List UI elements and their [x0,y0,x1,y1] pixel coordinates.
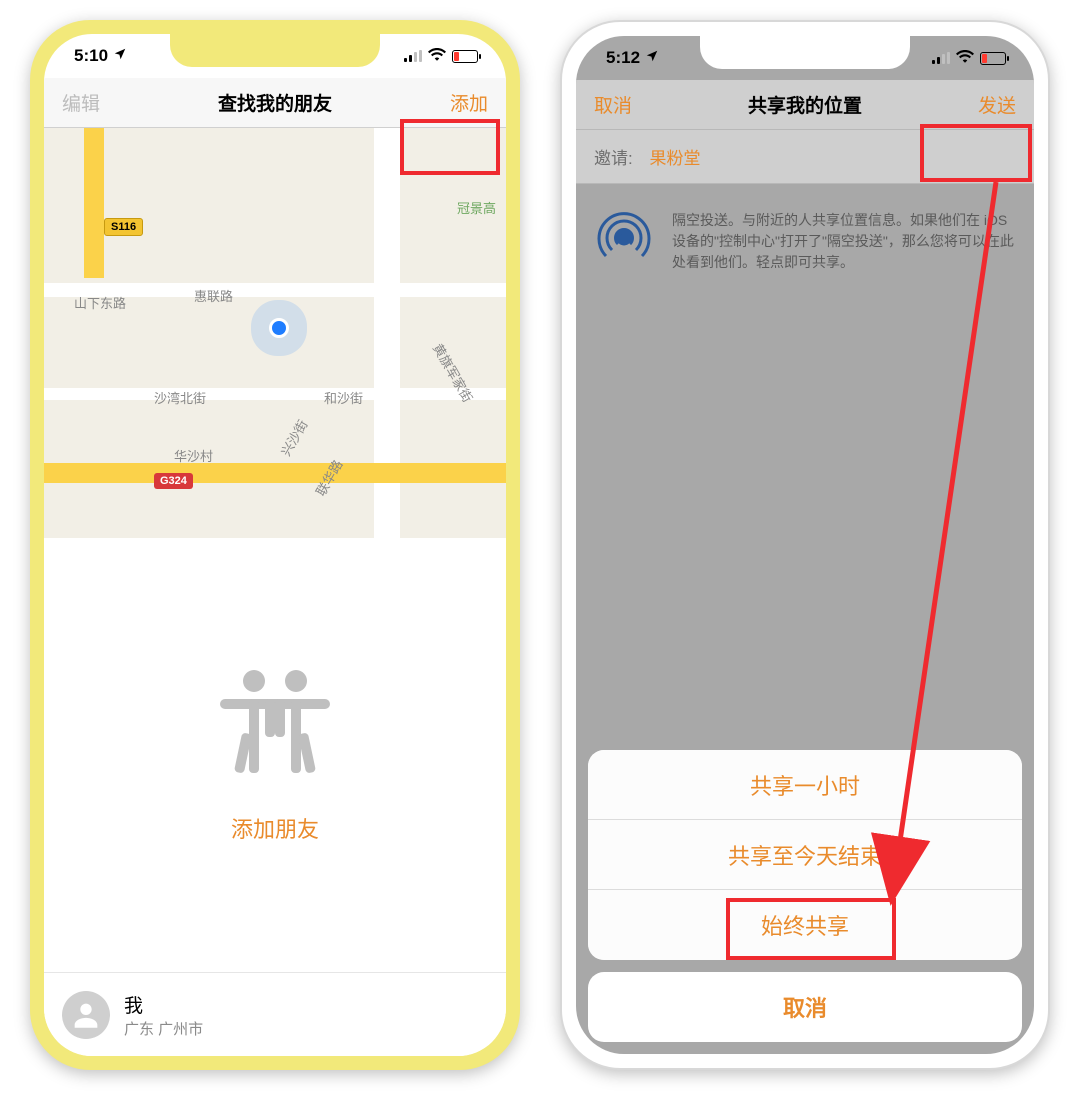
shield-g324: G324 [154,473,193,489]
map-view[interactable]: S116 G324 冠景高 山下东路 惠联路 沙湾北街 和沙街 华沙村 联华路 … [44,128,506,538]
signal-icon [932,52,950,64]
invite-row[interactable]: 邀请: 果粉堂 [576,130,1034,184]
me-name: 我 [124,991,203,1018]
location-arrow-icon [113,46,127,65]
location-arrow-icon [645,48,659,67]
nav-title: 查找我的朋友 [218,89,332,116]
shield-s116: S116 [104,218,143,236]
time-text: 5:10 [74,46,108,65]
edit-button[interactable]: 编辑 [62,89,100,116]
sheet-group: 共享一小时 共享至今天结束 始终共享 [588,750,1022,960]
lower-panel: 添加朋友 我 广东 广州市 [44,538,506,1056]
notch [170,34,380,67]
label-xingsha: 兴沙街 [276,416,312,459]
airdrop-row[interactable]: 隔空投送。与附近的人共享位置信息。如果他们在 iOS 设备的"控制中心"打开了"… [576,184,1034,299]
nav-bar: 取消 共享我的位置 发送 [576,80,1034,130]
phone-right: 5:12 取消 共享我的位置 发送 邀请: 果粉堂 [560,20,1050,1070]
label-hesha: 和沙街 [324,388,363,407]
me-info: 我 广东 广州市 [124,991,203,1039]
share-always[interactable]: 始终共享 [588,890,1022,960]
phone-left: 5:10 编辑 查找我的朋友 添加 [30,20,520,1070]
add-friend-label: 添加朋友 [231,812,319,844]
action-sheet: 共享一小时 共享至今天结束 始终共享 取消 [588,750,1022,1042]
notch [700,36,910,69]
wifi-icon [956,48,974,68]
avatar-icon [62,991,110,1039]
label-shawan: 沙湾北街 [154,388,206,407]
label-shanxia: 山下东路 [74,293,126,312]
wifi-icon [428,46,446,66]
sheet-cancel[interactable]: 取消 [588,972,1022,1042]
signal-icon [404,50,422,62]
add-button[interactable]: 添加 [450,89,488,116]
time-text: 5:12 [606,48,640,67]
nav-bar: 编辑 查找我的朋友 添加 [44,78,506,128]
label-guanjing: 冠景高 [457,198,496,217]
friends-icon [210,667,340,782]
current-location-dot [269,318,289,338]
battery-icon [452,50,478,63]
cancel-button[interactable]: 取消 [594,91,632,118]
label-huilian: 惠联路 [194,286,233,305]
battery-icon [980,52,1006,65]
share-until-end-of-day[interactable]: 共享至今天结束 [588,820,1022,890]
status-time: 5:12 [606,48,659,68]
nav-title: 共享我的位置 [748,91,862,118]
airdrop-text: 隔空投送。与附近的人共享位置信息。如果他们在 iOS 设备的"控制中心"打开了"… [672,210,1014,273]
status-time: 5:10 [74,46,127,66]
label-huasha: 华沙村 [174,446,213,465]
invite-label: 邀请: [594,149,633,168]
share-one-hour[interactable]: 共享一小时 [588,750,1022,820]
send-button[interactable]: 发送 [978,91,1016,118]
add-friend-area[interactable]: 添加朋友 [44,538,506,972]
screen-left: 5:10 编辑 查找我的朋友 添加 [44,34,506,1056]
airdrop-icon [596,210,652,273]
invite-name: 果粉堂 [649,149,700,168]
status-right [404,46,478,66]
me-location: 广东 广州市 [124,1018,203,1039]
screen-right: 5:12 取消 共享我的位置 发送 邀请: 果粉堂 [576,36,1034,1054]
status-right [932,48,1006,68]
me-row[interactable]: 我 广东 广州市 [44,972,506,1056]
